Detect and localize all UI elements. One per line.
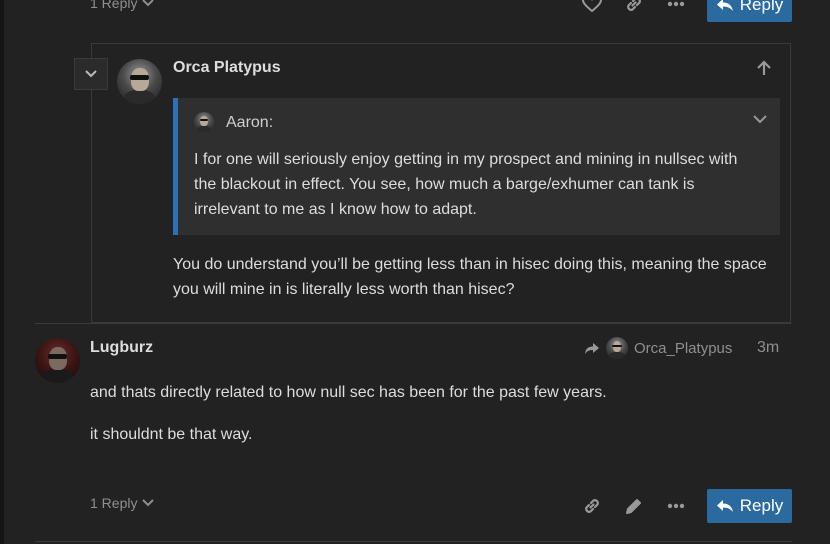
- link-icon: [585, 499, 599, 513]
- replies-toggle[interactable]: 1 Reply: [90, 495, 155, 511]
- reply-to-link[interactable]: Orca_Platypus: [584, 337, 732, 359]
- quote-text: I for one will seriously enjoy getting i…: [194, 151, 738, 218]
- replies-label: 1 Reply: [90, 495, 138, 511]
- embedded-post-body: You do understand you’ll be getting less…: [173, 256, 767, 298]
- quote-avatar: [194, 112, 214, 132]
- expand-quote-button[interactable]: [749, 108, 771, 130]
- link-icon: [627, 0, 641, 11]
- top-more-button[interactable]: [664, 0, 688, 16]
- quote-block: Aaron: I for one will seriously enjoy ge…: [173, 98, 780, 235]
- edit-button[interactable]: [622, 494, 646, 518]
- top-replies-toggle[interactable]: 1 Reply: [90, 0, 155, 11]
- reply-icon: [716, 0, 733, 11]
- reply-to-username: Orca_Platypus: [634, 339, 733, 357]
- chevron-down-icon: [85, 70, 97, 78]
- reply-button[interactable]: Reply: [707, 489, 792, 523]
- top-replies-label: 1 Reply: [90, 0, 138, 11]
- collapse-embedded-button[interactable]: [74, 58, 108, 90]
- chevron-down-icon: [142, 0, 155, 7]
- embedded-username[interactable]: Orca Platypus: [173, 59, 281, 77]
- top-reply-button[interactable]: Reply: [707, 0, 792, 22]
- chevron-down-icon: [142, 499, 155, 507]
- arrow-up-icon: [757, 60, 771, 75]
- reply-label: Reply: [739, 496, 784, 515]
- bottom-divider: [35, 541, 792, 542]
- embedded-post-right-border: [790, 44, 791, 322]
- post-paragraph-2: it shouldnt be that way.: [90, 426, 253, 443]
- pencil-icon: [626, 499, 641, 514]
- reply-icon: [716, 500, 733, 512]
- more-button[interactable]: [664, 494, 688, 518]
- reply-to-avatar: [606, 337, 628, 359]
- post-username[interactable]: Lugburz: [90, 339, 153, 357]
- jump-to-post-button[interactable]: [752, 56, 776, 80]
- post-paragraph-1: and thats directly related to how null s…: [90, 384, 607, 401]
- quote-author: Aaron:: [226, 114, 274, 131]
- like-button[interactable]: [580, 0, 604, 16]
- more-icon: [667, 503, 685, 509]
- top-copy-link-button[interactable]: [622, 0, 646, 16]
- share-arrow-icon: [585, 342, 599, 354]
- left-edge: [0, 0, 4, 544]
- top-reply-label: Reply: [739, 0, 784, 14]
- post-time[interactable]: 3m: [757, 339, 779, 357]
- post-divider: [35, 323, 792, 324]
- more-icon: [667, 1, 685, 7]
- avatar[interactable]: [117, 59, 162, 104]
- copy-link-button[interactable]: [580, 494, 604, 518]
- heart-icon: [582, 0, 602, 13]
- avatar[interactable]: [35, 338, 80, 383]
- chevron-down-icon: [753, 114, 767, 123]
